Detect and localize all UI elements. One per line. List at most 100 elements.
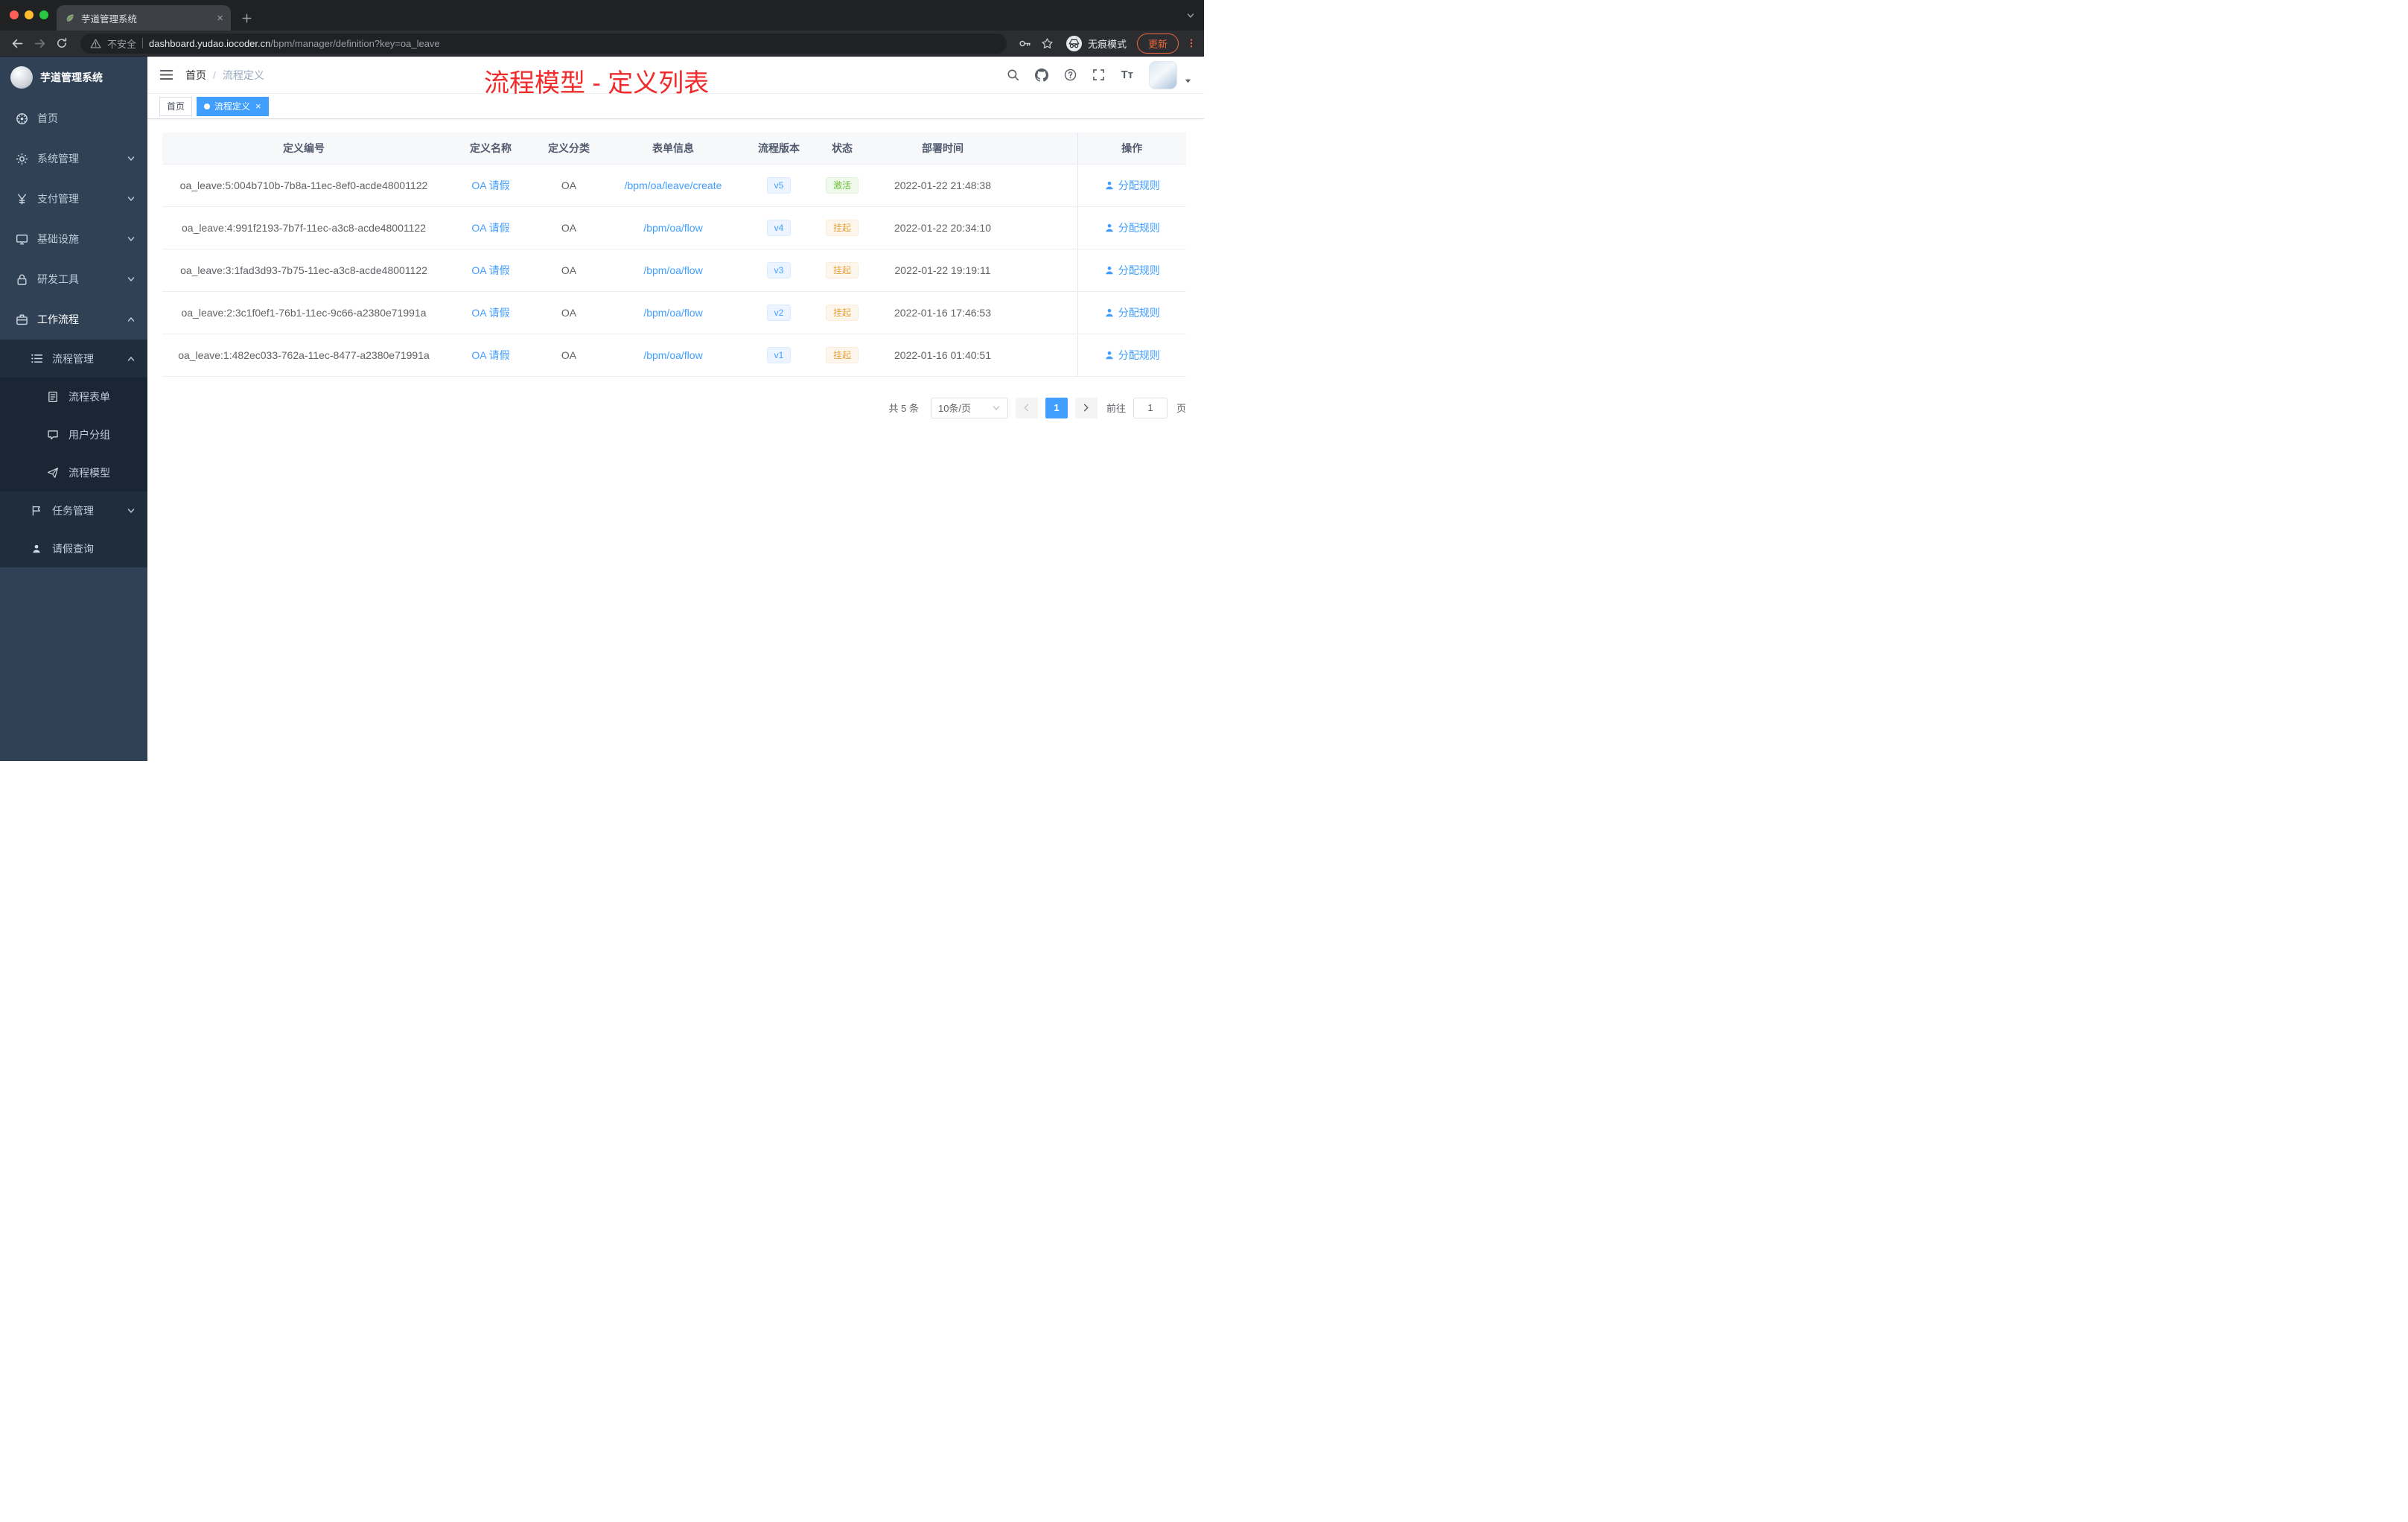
incognito-chip[interactable]: 无痕模式 [1066, 35, 1127, 51]
sidebar-item-process-form[interactable]: 流程表单 [0, 378, 147, 415]
sidebar-item-label: 系统管理 [37, 153, 79, 165]
page-content: 定义编号 定义名称 定义分类 表单信息 流程版本 状态 部署时间 操作 oa_leave:5:… [147, 119, 1204, 761]
sidebar-menu: 首页系统管理支付管理基础设施研发工具工作流程流程管理 流程表单 用户分组 流程模型 任务… [0, 98, 147, 567]
close-icon[interactable]: × [255, 101, 261, 111]
definition-id: oa_leave:2:3c1f0ef1-76b1-11ec-9c66-a2380… [162, 291, 445, 334]
tab-strip: 芋道管理系统 × [0, 0, 1204, 31]
assign-rule-link[interactable]: 分配规则 [1104, 220, 1160, 235]
deploy-time: 2022-01-16 01:40:51 [871, 334, 1014, 377]
github-icon[interactable] [1035, 68, 1049, 82]
definition-name-link[interactable]: OA 请假 [471, 264, 509, 276]
next-page-button[interactable] [1074, 397, 1098, 418]
zoom-window-button[interactable] [39, 10, 48, 19]
definition-name-link[interactable]: OA 请假 [471, 222, 509, 234]
new-tab-button[interactable] [241, 13, 252, 24]
briefcase-icon [15, 313, 28, 326]
help-icon[interactable] [1064, 69, 1077, 81]
breadcrumb-home[interactable]: 首页 [185, 68, 206, 83]
browser-tab[interactable]: 芋道管理系统 × [57, 5, 231, 31]
bookmark-button[interactable] [1038, 37, 1057, 50]
key-icon [1019, 37, 1031, 50]
assign-rule-link[interactable]: 分配规则 [1104, 263, 1160, 278]
sidebar-item-label: 支付管理 [37, 193, 79, 205]
address-bar[interactable]: 不安全 dashboard.yudao.iocoder.cn/bpm/manag… [80, 33, 1007, 54]
sidebar-item-leave-query[interactable]: 请假查询 [0, 529, 147, 567]
page-size-select[interactable]: 10条/页 [930, 397, 1008, 418]
breadcrumb: 首页 / 流程定义 [185, 68, 264, 83]
font-size-icon[interactable]: Tт [1121, 69, 1133, 80]
goto-page-input[interactable] [1133, 397, 1168, 418]
definition-category: OA [536, 249, 602, 292]
page-number-button[interactable]: 1 [1045, 397, 1068, 418]
column-header: 定义编号 [162, 133, 445, 165]
form-link[interactable]: /bpm/oa/flow [643, 264, 702, 276]
forward-button[interactable] [30, 34, 49, 53]
sidebar-item-devtools[interactable]: 研发工具 [0, 259, 147, 299]
back-button[interactable] [7, 34, 27, 53]
warning-icon [90, 38, 101, 49]
sidebar-item-task-management[interactable]: 任务管理 [0, 491, 147, 529]
gear-icon [15, 153, 28, 165]
avatar[interactable] [1149, 60, 1177, 89]
assign-rule-link[interactable]: 分配规则 [1104, 305, 1160, 320]
incognito-label: 无痕模式 [1087, 38, 1127, 50]
chevron-down-icon[interactable] [1186, 11, 1195, 20]
close-window-button[interactable] [10, 10, 19, 19]
sidebar-item-label: 首页 [37, 112, 58, 124]
site-favicon [64, 13, 75, 24]
chevron-left-icon [1022, 403, 1031, 413]
sidebar-item-label: 工作流程 [37, 313, 79, 325]
assign-rule-link[interactable]: 分配规则 [1104, 178, 1160, 193]
definition-name-link[interactable]: OA 请假 [471, 179, 509, 191]
person-icon [30, 544, 43, 554]
status-badge: 挂起 [825, 219, 859, 236]
caret-down-icon[interactable] [1184, 77, 1192, 85]
sidebar-item-label: 研发工具 [37, 273, 79, 285]
deploy-time: 2022-01-22 20:34:10 [871, 206, 1014, 249]
reload-button[interactable] [52, 34, 71, 53]
prev-page-button[interactable] [1015, 397, 1038, 418]
minimize-window-button[interactable] [25, 10, 34, 19]
column-header: 部署时间 [871, 133, 1014, 165]
tag-label: 首页 [167, 101, 185, 112]
assign-rule-link[interactable]: 分配规则 [1104, 348, 1160, 363]
sidebar-item-system[interactable]: 系统管理 [0, 138, 147, 179]
search-icon[interactable] [1007, 69, 1019, 81]
tags-view: 首页 流程定义 × [147, 94, 1204, 119]
view-tag[interactable]: 首页 [159, 96, 193, 116]
definition-name-link[interactable]: OA 请假 [471, 349, 509, 361]
sidebar-item-home[interactable]: 首页 [0, 98, 147, 138]
fullscreen-icon[interactable] [1092, 69, 1105, 81]
view-tag[interactable]: 流程定义 × [197, 96, 269, 116]
sidebar-item-process-management[interactable]: 流程管理 [0, 340, 147, 378]
table-body: oa_leave:5:004b710b-7b8a-11ec-8ef0-acde4… [162, 164, 1186, 377]
send-icon [46, 467, 60, 479]
hamburger-icon[interactable] [159, 68, 173, 82]
main-panel: 流程模型 - 定义列表 首页 / 流程定义 Tт 首页 流程定义 × 定义编号 … [147, 57, 1204, 761]
deploy-time: 2022-01-22 19:19:11 [871, 249, 1014, 292]
form-link[interactable]: /bpm/oa/flow [643, 307, 702, 319]
deploy-time: 2022-01-16 17:46:53 [871, 291, 1014, 334]
definition-name-link[interactable]: OA 请假 [471, 307, 509, 319]
app-logo[interactable]: 芋道管理系统 [0, 57, 147, 98]
browser-window: 芋道管理系统 × 不安全 dashboard.yudao.iocoder.cn/… [0, 0, 1204, 57]
sidebar-item-payment[interactable]: 支付管理 [0, 179, 147, 219]
form-link[interactable]: /bpm/oa/leave/create [625, 179, 722, 191]
sidebar-item-workflow[interactable]: 工作流程 [0, 299, 147, 340]
tab-close-icon[interactable]: × [217, 13, 223, 24]
app-root: 芋道管理系统 首页系统管理支付管理基础设施研发工具工作流程流程管理 流程表单 用户分… [0, 57, 1204, 761]
sidebar-item-user-group[interactable]: 用户分组 [0, 415, 147, 453]
url-host: dashboard.yudao.iocoder.cn [149, 37, 271, 49]
app-title: 芋道管理系统 [40, 71, 103, 83]
sidebar: 芋道管理系统 首页系统管理支付管理基础设施研发工具工作流程流程管理 流程表单 用户分… [0, 57, 147, 761]
sidebar-item-process-model[interactable]: 流程模型 [0, 453, 147, 491]
update-button[interactable]: 更新 [1136, 33, 1179, 54]
kebab-menu-icon[interactable] [1186, 38, 1197, 48]
sidebar-item-infrastructure[interactable]: 基础设施 [0, 219, 147, 259]
form-link[interactable]: /bpm/oa/flow [643, 222, 702, 234]
document-icon [46, 391, 60, 403]
password-key-button[interactable] [1016, 37, 1035, 50]
form-link[interactable]: /bpm/oa/flow [643, 349, 702, 361]
spacer [1014, 249, 1077, 292]
chevron-up-icon [127, 315, 136, 324]
